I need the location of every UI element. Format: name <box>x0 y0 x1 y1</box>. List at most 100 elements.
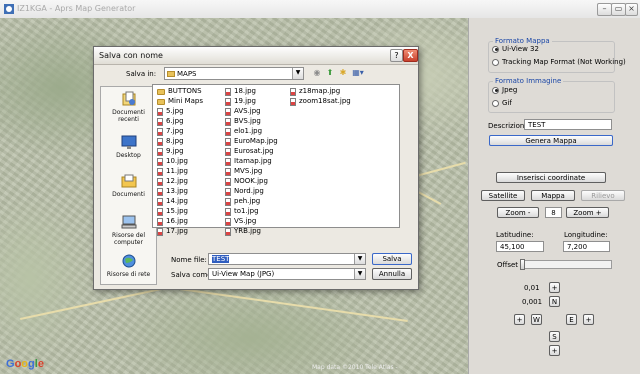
file-item[interactable]: 10.jpg <box>157 157 188 166</box>
file-name: Itamap.jpg <box>234 157 272 165</box>
descrizione-input[interactable]: TEST <box>524 119 612 130</box>
radio-ui-view-32[interactable]: Ui-View 32 <box>492 45 539 53</box>
file-item[interactable]: 7.jpg <box>157 127 184 136</box>
longitudine-input[interactable]: 7,200 <box>563 241 610 252</box>
west-button[interactable]: W <box>531 314 542 325</box>
step-coarse-plus-button[interactable]: + <box>549 282 560 293</box>
latitudine-input[interactable]: 45,100 <box>496 241 544 252</box>
file-item[interactable]: 13.jpg <box>157 187 188 196</box>
radio-unselected-icon <box>492 58 499 66</box>
salva-in-combo[interactable]: MAPS ▼ <box>164 67 304 80</box>
file-item[interactable]: 5.jpg <box>157 107 184 116</box>
place-label: Documenti recenti <box>112 109 145 123</box>
file-item[interactable]: peh.jpg <box>225 197 260 206</box>
jpg-file-icon <box>225 167 231 176</box>
east-plus-button[interactable]: + <box>583 314 594 325</box>
maximize-button[interactable]: ▭ <box>611 3 626 16</box>
file-item[interactable]: 12.jpg <box>157 177 188 186</box>
file-item[interactable]: 8.jpg <box>157 137 184 146</box>
file-name: 17.jpg <box>166 227 188 235</box>
file-item[interactable]: 6.jpg <box>157 117 184 126</box>
file-item[interactable]: z18map.jpg <box>290 87 340 96</box>
salva-come-select[interactable]: Ui-View Map (JPG) ▼ <box>208 268 366 280</box>
file-item[interactable]: 9.jpg <box>157 147 184 156</box>
file-item[interactable]: 11.jpg <box>157 167 188 176</box>
radio-tracking-map[interactable]: Tracking Map Format (Not Working) <box>492 58 626 66</box>
file-item[interactable]: VS.jpg <box>225 217 256 226</box>
place-documenti[interactable]: Documenti <box>101 173 156 198</box>
file-item[interactable]: 16.jpg <box>157 217 188 226</box>
file-item[interactable]: 14.jpg <box>157 197 188 206</box>
minimize-button[interactable]: – <box>597 3 612 16</box>
place-documenti-recenti[interactable]: Documenti recenti <box>101 91 156 123</box>
file-item[interactable]: Nord.jpg <box>225 187 264 196</box>
nome-file-input[interactable]: TEST ▼ <box>208 253 366 265</box>
close-button[interactable]: × <box>625 3 638 16</box>
satellite-button[interactable]: Satellite <box>481 190 525 201</box>
west-plus-button[interactable]: + <box>514 314 525 325</box>
view-menu-icon[interactable]: ▦▾ <box>351 68 365 78</box>
east-button[interactable]: E <box>566 314 577 325</box>
file-item[interactable]: Eurosat.jpg <box>225 147 274 156</box>
file-name: elo1.jpg <box>234 127 263 135</box>
jpg-file-icon <box>225 147 231 156</box>
mappa-button[interactable]: Mappa <box>531 190 575 201</box>
place-desktop[interactable]: Desktop <box>101 134 156 159</box>
nord-button[interactable]: N <box>549 296 560 307</box>
file-name: 9.jpg <box>166 147 184 155</box>
radio-unselected-icon <box>492 99 499 107</box>
file-item[interactable]: 19.jpg <box>225 97 256 106</box>
back-icon[interactable]: ◉ <box>312 68 322 78</box>
zoom-plus-button[interactable]: Zoom + <box>566 207 609 218</box>
file-item[interactable]: 18.jpg <box>225 87 256 96</box>
place-label: Desktop <box>116 152 141 159</box>
help-button[interactable]: ? <box>390 49 403 62</box>
offset-slider-track[interactable] <box>520 260 612 269</box>
jpg-file-icon <box>157 157 163 166</box>
file-item[interactable]: to1.jpg <box>225 207 259 216</box>
save-dialog: Salva con nome ? X Salva in: MAPS ▼ ◉ ⬆ … <box>93 46 419 290</box>
radio-gif[interactable]: Gif <box>492 99 512 107</box>
zoom-minus-button[interactable]: Zoom - <box>497 207 539 218</box>
jpg-file-icon <box>225 87 231 96</box>
chevron-down-icon: ▼ <box>292 68 303 79</box>
file-item[interactable]: AVS.jpg <box>225 107 261 116</box>
file-item[interactable]: BVS.jpg <box>225 117 261 126</box>
file-item[interactable]: elo1.jpg <box>225 127 262 136</box>
step-coarse-label: 0,01 <box>524 284 540 292</box>
file-item[interactable]: YRB.jpg <box>225 227 261 236</box>
latitudine-label: Latitudine: <box>496 231 534 239</box>
south-button[interactable]: S <box>549 331 560 342</box>
file-item[interactable]: Itamap.jpg <box>225 157 272 166</box>
file-list[interactable]: BUTTONS Mini Maps 5.jpg 6.jpg 7.jpg 8.jpg 9.jp… <box>152 84 400 236</box>
jpg-file-icon <box>225 127 231 136</box>
close-icon: × <box>628 4 635 13</box>
offset-slider-thumb[interactable] <box>520 259 525 270</box>
south-plus-button[interactable]: + <box>549 345 560 356</box>
map-attribution: Map data ©2010 Tele Atlas - <box>312 364 398 371</box>
file-item[interactable]: zoom18sat.jpg <box>290 97 351 106</box>
rilievo-button[interactable]: Rilievo <box>581 190 625 201</box>
place-risorse-rete[interactable]: Risorse di rete <box>101 253 156 278</box>
folder-item[interactable]: Mini Maps <box>157 97 203 106</box>
folder-item[interactable]: BUTTONS <box>157 87 202 96</box>
file-item[interactable]: EuroMap.jpg <box>225 137 278 146</box>
inserisci-coordinate-button[interactable]: Inserisci coordinate <box>496 172 606 183</box>
zoom-level-field[interactable]: 8 <box>545 207 562 218</box>
genera-mappa-button[interactable]: Genera Mappa <box>489 135 613 146</box>
radio-jpeg[interactable]: Jpeg <box>492 86 517 94</box>
file-item[interactable]: MVS.jpg <box>225 167 262 176</box>
file-item[interactable]: 15.jpg <box>157 207 188 216</box>
place-risorse-computer[interactable]: Risorse del computer <box>101 214 156 246</box>
file-item[interactable]: 17.jpg <box>157 227 188 236</box>
new-folder-icon[interactable]: ✱ <box>338 68 348 78</box>
desktop-icon <box>121 135 136 149</box>
up-folder-icon[interactable]: ⬆ <box>325 68 335 78</box>
dialog-titlebar: Salva con nome ? X <box>94 47 418 65</box>
jpg-file-icon <box>225 207 231 216</box>
file-item[interactable]: NOOK.jpg <box>225 177 268 186</box>
salva-button[interactable]: Salva <box>372 253 412 265</box>
dialog-close-button[interactable]: X <box>403 49 418 62</box>
file-name: Mini Maps <box>168 97 204 105</box>
annulla-button[interactable]: Annulla <box>372 268 412 280</box>
